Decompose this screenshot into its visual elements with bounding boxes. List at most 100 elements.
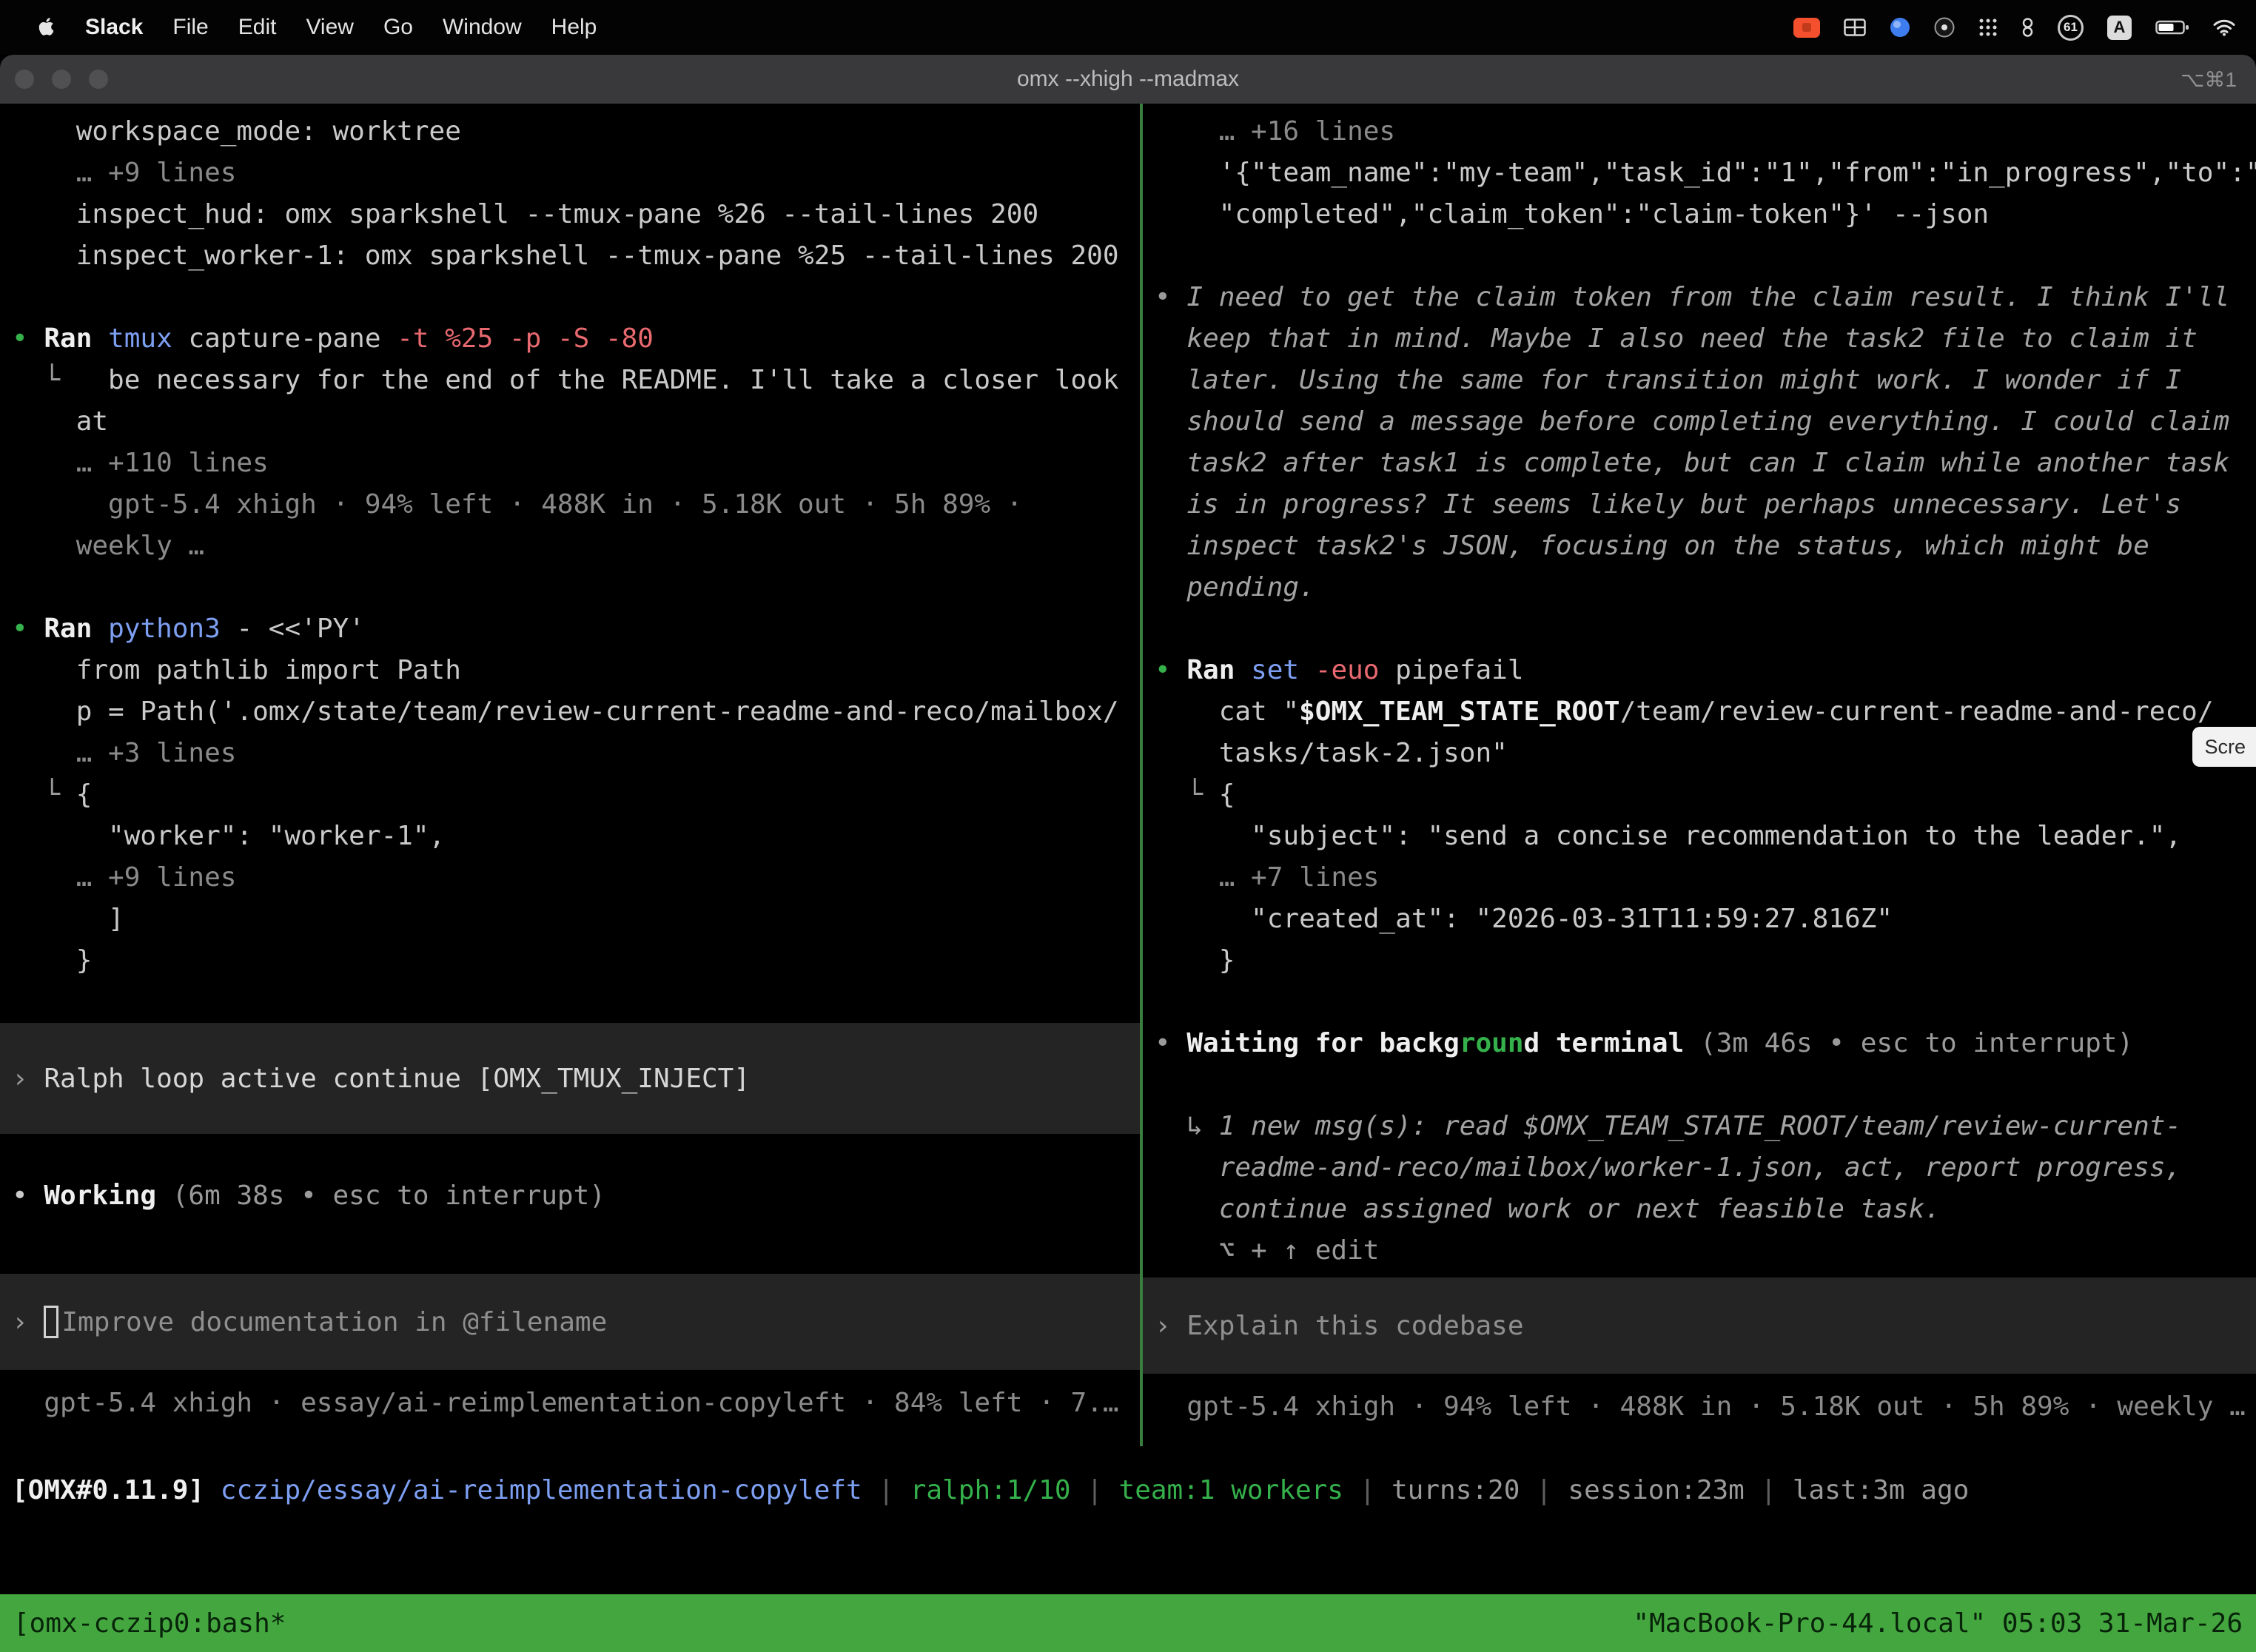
terminal-line: tasks/task-2.json" <box>1143 733 2256 774</box>
text-segment: I need to get the claim token from the c… <box>1186 282 2229 312</box>
text-segment: • <box>12 323 44 354</box>
text-segment: at <box>12 406 108 437</box>
minimize-button[interactable] <box>52 70 71 89</box>
text-segment: inspect_worker-1: omx sparkshell --tmux-… <box>12 241 1119 271</box>
terminal-line: • Waiting for background terminal (3m 46… <box>1143 1023 2256 1064</box>
text-segment: turns:20 <box>1391 1475 1520 1505</box>
dot-grid-icon[interactable] <box>1978 18 1998 37</box>
terminal-line: weekly … <box>0 526 1140 567</box>
text-segment: ] <box>12 904 124 934</box>
text-segment: • <box>12 1181 44 1211</box>
text-segment: /team/review-current-readme-and-reco/ <box>1620 696 2214 727</box>
text-segment: … +9 lines <box>12 862 236 893</box>
tmux-pane-left[interactable]: workspace_mode: worktree … +9 lines insp… <box>0 104 1140 1470</box>
menu-item[interactable]: Go <box>383 15 413 40</box>
text-segment: "subject": "send a concise recommendatio… <box>1155 821 2181 851</box>
menu-item[interactable]: File <box>172 15 208 40</box>
prompt-band[interactable]: › Improve documentation in @filename <box>0 1274 1140 1370</box>
text-segment: is in progress? It seems likely but perh… <box>1155 489 2181 520</box>
screen-recording-icon[interactable] <box>1793 18 1820 38</box>
text-segment: gpt-5.4 xhigh · essay/ai-reimplementatio… <box>12 1388 1119 1418</box>
blue-orb-icon[interactable] <box>1890 17 1910 38</box>
text-segment: • <box>12 614 44 644</box>
text-segment: Ran <box>44 323 108 354</box>
menu-item[interactable]: Help <box>551 15 597 40</box>
input-source-icon[interactable]: A <box>2107 16 2132 40</box>
terminal-line: from pathlib import Path <box>0 650 1140 691</box>
terminal-line: • Ran tmux capture-pane -t %25 -p -S -80 <box>0 318 1140 360</box>
battery-icon[interactable] <box>2155 19 2189 36</box>
text-segment: (6m 38s • esc to interrupt) <box>156 1181 605 1211</box>
text-segment: tmux <box>108 323 188 354</box>
text-segment: from pathlib import Path <box>12 655 461 685</box>
terminal-line: should send a message before completing … <box>1143 401 2256 443</box>
text-segment: { <box>76 779 93 810</box>
text-segment: pending. <box>1155 572 1315 602</box>
terminal-line: └ { <box>0 774 1140 816</box>
terminal: workspace_mode: worktree … +9 lines insp… <box>0 104 2256 1594</box>
text-segment: last:3m ago <box>1793 1475 1969 1505</box>
terminal-line: is in progress? It seems likely but perh… <box>1143 484 2256 526</box>
terminal-line <box>1143 981 2256 1023</box>
text-segment: … +7 lines <box>1155 862 1379 893</box>
text-segment: › <box>1155 1311 1186 1341</box>
text-segment: Ralph loop active continue [OMX_TMUX_INJ… <box>44 1064 750 1094</box>
text-segment: cat " <box>1155 696 1299 727</box>
menu-item[interactable]: Edit <box>238 15 277 40</box>
terminal-line: … +7 lines <box>1143 857 2256 899</box>
text-segment: team:1 workers <box>1119 1475 1343 1505</box>
screen-capture-overlay[interactable]: Scre <box>2192 727 2256 767</box>
dark-circle-icon[interactable] <box>1934 17 1955 38</box>
terminal-line: … +110 lines <box>0 443 1140 484</box>
text-segment: '{"team_name":"my-team","task_id":"1","f… <box>1155 158 2256 188</box>
text-segment: gpt-5.4 xhigh · 94% left · 488K in · 5.1… <box>12 489 1022 520</box>
text-segment: | <box>1071 1475 1119 1505</box>
menu-item[interactable]: Window <box>443 15 522 40</box>
window-title-bar[interactable]: omx --xhigh --madmax ⌥⌘1 <box>0 55 2256 104</box>
traffic-lights <box>15 55 108 104</box>
terminal-line: "completed","claim_token":"claim-token"}… <box>1143 194 2256 235</box>
battery-percent-badge[interactable]: 61 <box>2058 15 2084 41</box>
stop-square-icon <box>1802 23 1811 32</box>
text-segment: } <box>12 945 92 976</box>
menu-items: File Edit View Go Window Help <box>172 15 597 40</box>
terminal-line <box>0 567 1140 608</box>
text-segment: } <box>1155 945 1235 976</box>
wifi-icon[interactable] <box>2213 19 2235 36</box>
tmux-pane-right[interactable]: … +16 lines '{"team_name":"my-team","tas… <box>1143 104 2256 1470</box>
menu-item[interactable]: View <box>306 15 353 40</box>
close-button[interactable] <box>15 70 34 89</box>
text-segment: (3m 46s • esc to interrupt) <box>1700 1028 2133 1058</box>
tmux-host-time: "MacBook-Pro-44.local" 05:03 31-Mar-26 <box>1633 1608 2243 1639</box>
figure-eight-icon[interactable] <box>2021 17 2034 38</box>
text-segment: › <box>12 1307 44 1337</box>
apple-menu-icon[interactable] <box>37 17 56 38</box>
window-shortcut-hint: ⌥⌘1 <box>2181 67 2237 92</box>
terminal-line: ⌥ + ↑ edit <box>1143 1230 2256 1272</box>
text-segment: cczip/essay/ai-reimplementation-copyleft <box>221 1475 862 1505</box>
text-segment: $OMX_TEAM_STATE_ROOT <box>1299 696 1619 727</box>
prompt-band[interactable]: › Explain this codebase <box>1143 1277 2256 1374</box>
text-segment: … +110 lines <box>12 448 269 478</box>
terminal-line: … +9 lines <box>0 152 1140 194</box>
omx-status-line: [OMX#0.11.9] cczip/essay/ai-reimplementa… <box>0 1470 2256 1511</box>
text-segment: workspace_mode: worktree <box>12 116 461 147</box>
text-segment: -euo <box>1315 655 1395 685</box>
menu-app-name[interactable]: Slack <box>85 15 143 40</box>
spacer <box>0 1134 1140 1175</box>
terminal-line: "subject": "send a concise recommendatio… <box>1143 816 2256 857</box>
tmux-session-label: [omx-cczip0:bash* <box>13 1608 286 1639</box>
zoom-button[interactable] <box>89 70 108 89</box>
text-segment: "completed","claim_token":"claim-token"}… <box>1155 199 1989 229</box>
prompt-band[interactable]: › Ralph loop active continue [OMX_TMUX_I… <box>0 1023 1140 1134</box>
terminal-line: • Ran python3 - <<'PY' <box>0 608 1140 650</box>
terminal-line: ↳ 1 new msg(s): read $OMX_TEAM_STATE_ROO… <box>1143 1106 2256 1147</box>
terminal-line: continue assigned work or next feasible … <box>1143 1189 2256 1230</box>
text-segment: Explain this codebase <box>1186 1311 1523 1341</box>
terminal-line <box>0 981 1140 1023</box>
window-grid-icon[interactable] <box>1844 19 1866 36</box>
text-segment: • <box>1155 282 1186 312</box>
terminal-line: └ be necessary for the end of the README… <box>0 360 1140 401</box>
window-title: omx --xhigh --madmax <box>0 67 2256 92</box>
spacer <box>1143 1272 2256 1277</box>
